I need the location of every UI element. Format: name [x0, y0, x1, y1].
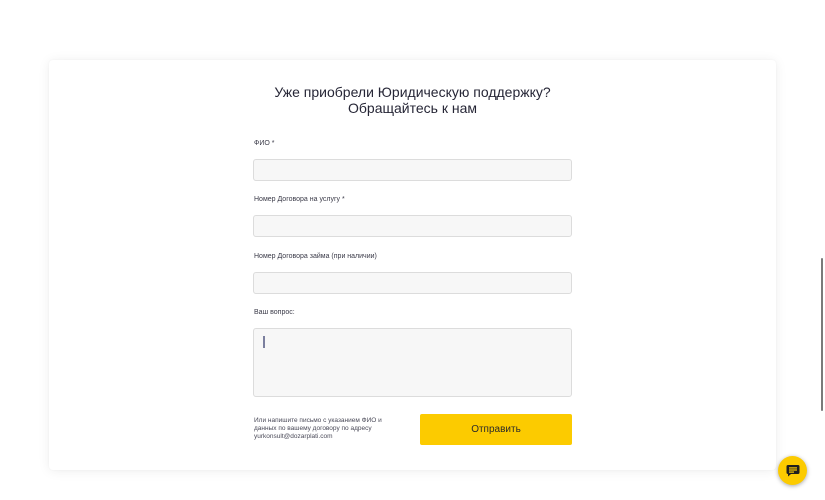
question-textarea[interactable]: [253, 328, 572, 397]
fio-input[interactable]: [253, 159, 572, 181]
email-note-line1: Или напишите письмо с указанием ФИО и: [254, 417, 382, 424]
form-title-line2: Обращайтесь к нам: [348, 100, 477, 116]
service-contract-label: Номер Договора на услугу *: [254, 196, 345, 203]
email-note: Или напишите письмо с указанием ФИО и да…: [254, 417, 404, 441]
fio-label: ФИО *: [254, 140, 275, 147]
form-title: Уже приобрели Юридическую поддержку? Обр…: [49, 84, 776, 116]
page-scrollbar[interactable]: [821, 258, 823, 411]
loan-contract-label: Номер Договора займа (при наличии): [254, 253, 377, 260]
submit-button[interactable]: Отправить: [420, 414, 572, 445]
email-note-line2: данных по вашему договору по адресу: [254, 425, 372, 432]
service-contract-input[interactable]: [253, 215, 572, 237]
chat-icon: [786, 465, 799, 477]
question-label: Ваш вопрос:: [254, 309, 295, 316]
text-cursor: [263, 336, 265, 348]
support-form-card: Уже приобрели Юридическую поддержку? Обр…: [49, 60, 776, 470]
form-title-line1: Уже приобрели Юридическую поддержку?: [274, 84, 551, 100]
email-address: yurkonsult@dozarplati.com: [254, 433, 333, 440]
loan-contract-input[interactable]: [253, 272, 572, 294]
chat-button[interactable]: [778, 456, 807, 485]
